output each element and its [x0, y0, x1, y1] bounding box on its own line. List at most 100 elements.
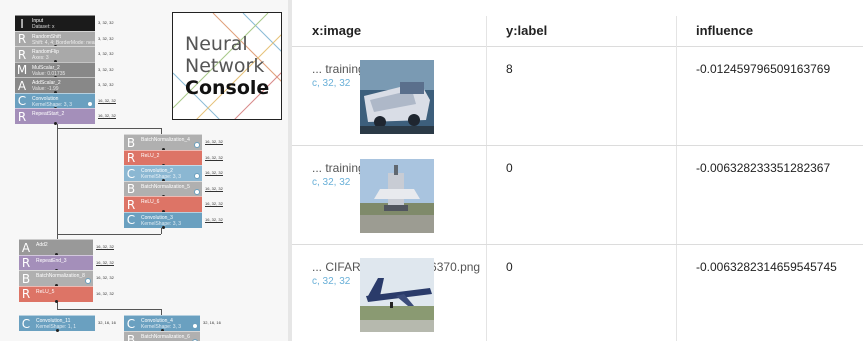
output-shape-label: 3, 32, 32: [98, 82, 114, 87]
layer-type-letter: R: [17, 47, 27, 62]
layer-type-letter: A: [17, 78, 27, 93]
layer-type-letter: R: [21, 256, 31, 270]
settings-gear-icon[interactable]: [194, 142, 200, 148]
output-shape-label: 16, 32, 32: [205, 216, 223, 223]
layer-text: ReLU_6: [138, 197, 202, 212]
layer-param: Shift: 4, 4; BorderMode: nearest: [32, 39, 95, 46]
wire: [57, 128, 161, 129]
layer-type-letter: C: [126, 166, 136, 181]
label-cell: 0: [506, 161, 513, 175]
layer-type-letter: B: [126, 182, 136, 196]
logo-line-2: Network: [185, 55, 265, 77]
layer-name: RepeatStart_2: [32, 111, 65, 117]
layer-type-letter: C: [126, 213, 136, 227]
settings-gear-icon[interactable]: [192, 323, 198, 329]
layer-name: ReLU_5: [36, 288, 55, 295]
layer-type-letter: R: [21, 287, 31, 301]
layer-param: Dataset: x: [32, 24, 55, 30]
layer-name: Add2: [36, 242, 48, 248]
layer-param: KernelShape: 3, 3: [141, 324, 182, 330]
layer-text: Add2: [33, 240, 93, 255]
layer-name: BatchNormalization_8: [36, 273, 85, 279]
settings-gear-icon[interactable]: [194, 188, 200, 195]
layer-param: Axes: 3: [32, 55, 49, 61]
layer-param: KernelShape: 1, 1: [36, 324, 77, 330]
header-influence[interactable]: influence: [676, 16, 863, 46]
table-row[interactable]: ... CIFAR10\training\0\6370.pngc, 32, 32…: [292, 244, 863, 341]
image-cell[interactable]: ... CIFAR10\training\0\6370.pngc, 32, 32: [292, 244, 486, 341]
layer-text: RandomFlip Axes: 3: [29, 47, 95, 62]
layer-text: Convolution_2 KernelShape: 3, 3: [138, 166, 202, 181]
settings-gear-icon[interactable]: [85, 278, 91, 284]
header-x-image[interactable]: x:image: [292, 16, 492, 46]
settings-gear-icon[interactable]: [87, 100, 93, 107]
layer-name: ReLU_2: [141, 152, 160, 159]
logo-line-1: Neural: [185, 33, 248, 55]
layer-text: AddScalar_2 Value: -1.99: [29, 78, 95, 93]
image-cell[interactable]: ... training\0\32878.pngc, 32, 32: [292, 145, 486, 244]
layer-text: ReLU_5: [33, 287, 93, 302]
output-shape-label: 16, 32, 32: [205, 139, 223, 145]
output-shape-label: 16, 32, 32: [98, 97, 116, 104]
truck-thumbnail[interactable]: [360, 60, 434, 134]
layer-type-letter: R: [17, 109, 27, 124]
layer-type-letter: B: [126, 332, 136, 341]
layer-text: BatchNormalization_5: [138, 182, 202, 197]
layer-text: Convolution_4 KernelShape: 3, 3: [138, 316, 200, 331]
output-shape-label: 16, 32, 32: [205, 201, 223, 207]
layer-type-letter: C: [21, 316, 31, 331]
layer-param: KernelShape: 3, 3: [141, 220, 182, 227]
logo-line-3: Console: [185, 77, 270, 99]
layer-param: KernelShape: 3, 3: [141, 174, 182, 180]
layer-param: Value: 0.01735: [32, 70, 66, 77]
layer-block-batchnormalization-6[interactable]: B BatchNormalization_6: [124, 331, 200, 341]
layer-param: Value: -1.99: [32, 86, 59, 92]
layer-text: BatchNormalization_6: [138, 332, 200, 341]
image-cell[interactable]: ... training\8\39330.pngc, 32, 32: [292, 46, 486, 145]
layer-type-letter: B: [21, 271, 31, 286]
airplane-thumbnail[interactable]: [360, 159, 434, 233]
layer-type-letter: R: [17, 32, 27, 46]
layer-text: RepeatStart_2: [29, 109, 95, 124]
layer-type-letter: B: [126, 135, 136, 150]
output-shape-label: 16, 32, 32: [96, 290, 114, 296]
layer-name: ReLU_6: [141, 199, 160, 205]
layer-name: BatchNormalization_6: [141, 334, 190, 340]
connection-port-icon[interactable]: [56, 329, 59, 332]
layer-text: RepeatEnd_3: [33, 256, 93, 271]
neural-network-console-logo: Neural Network Console: [172, 12, 282, 120]
layer-text: BatchNormalization_4: [138, 135, 202, 150]
wire: [57, 123, 58, 241]
layer-text: MulScalar_2 Value: 0.01735: [29, 63, 95, 78]
connection-port-icon[interactable]: [54, 122, 57, 125]
output-shape-label: 16, 32, 32: [98, 113, 116, 119]
network-graph-panel: Neural Network Console I Input Dataset: x3…: [0, 0, 288, 341]
output-shape-label: 3, 32, 32: [98, 51, 114, 56]
layer-type-letter: R: [126, 151, 136, 165]
influence-table-panel: x:image y:label influence ... training\8…: [292, 0, 863, 341]
header-y-label[interactable]: y:label: [486, 16, 676, 46]
output-shape-label: 16, 32, 32: [96, 244, 114, 250]
output-shape-label: 32, 16, 16: [203, 320, 221, 325]
layer-name: RepeatEnd_3: [36, 257, 67, 264]
layer-text: Convolution_3 KernelShape: 3, 3: [138, 213, 202, 228]
influence-cell: -0.012459796509163769: [696, 62, 831, 76]
output-shape-label: 16, 32, 32: [205, 154, 223, 161]
connection-port-icon[interactable]: [55, 299, 58, 303]
layer-name: BatchNormalization_4: [141, 137, 190, 143]
layer-param: KernelShape: 3, 3: [32, 101, 73, 108]
layer-text: BatchNormalization_8: [33, 271, 93, 286]
label-cell: 8: [506, 62, 513, 76]
connection-port-icon[interactable]: [162, 225, 165, 229]
table-row[interactable]: ... training\8\39330.pngc, 32, 32 8 -0.012…: [292, 46, 863, 146]
output-shape-label: 3, 32, 32: [98, 35, 114, 41]
influence-cell: -0.006328233351282367: [696, 161, 831, 175]
influence-cell: -0.0063282314659545745: [696, 260, 837, 274]
output-shape-label: 16, 32, 32: [96, 259, 114, 266]
layer-type-letter: C: [17, 94, 27, 108]
layer-text: RandomShiftShift: 4, 4; BorderMode: near…: [29, 32, 95, 47]
airplane-thumbnail[interactable]: [360, 258, 434, 332]
settings-gear-icon[interactable]: [194, 173, 200, 179]
table-row[interactable]: ... training\0\32878.pngc, 32, 32 0 -0.006…: [292, 145, 863, 245]
output-shape-label: 32, 16, 16: [98, 320, 116, 325]
